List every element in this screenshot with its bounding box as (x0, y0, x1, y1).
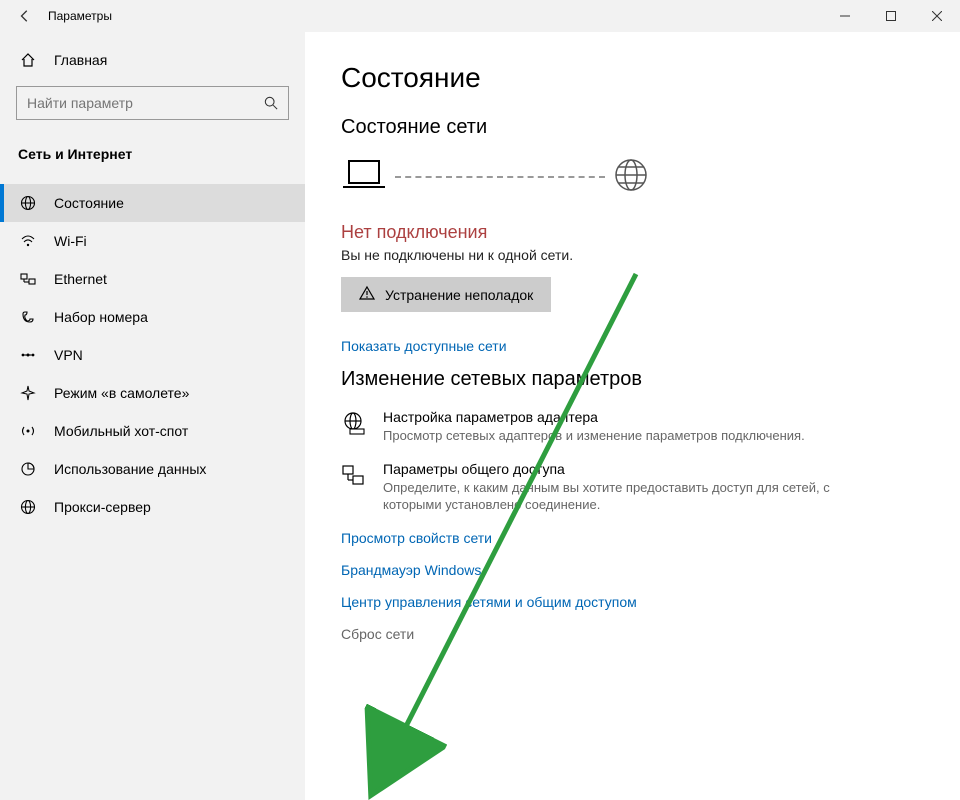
search-input[interactable] (17, 95, 254, 111)
sidebar-item-label: Режим «в самолете» (54, 385, 189, 401)
troubleshoot-button[interactable]: Устранение неполадок (341, 277, 551, 312)
sidebar-item-label: Состояние (54, 195, 124, 211)
vpn-icon (18, 347, 38, 363)
sidebar-item-status[interactable]: Состояние (0, 184, 305, 222)
connection-line (395, 176, 605, 178)
search-box[interactable] (16, 86, 289, 120)
sidebar-item-data-usage[interactable]: Использование данных (0, 450, 305, 488)
option-title: Настройка параметров адаптера (383, 409, 805, 425)
network-reset-link[interactable]: Сброс сети (341, 626, 930, 642)
link-network-properties[interactable]: Просмотр свойств сети (341, 530, 930, 546)
airplane-icon (18, 385, 38, 401)
globe-icon (613, 157, 649, 196)
sidebar-item-label: Мобильный хот-спот (54, 423, 188, 439)
maximize-button[interactable] (868, 0, 914, 32)
connection-error-title: Нет подключения (341, 222, 930, 243)
option-desc: Определите, к каким данным вы хотите пре… (383, 479, 843, 514)
close-button[interactable] (914, 0, 960, 32)
sidebar-item-label: Главная (54, 52, 107, 68)
link-network-sharing-center[interactable]: Центр управления сетями и общим доступом (341, 594, 930, 610)
window-title: Параметры (48, 9, 112, 23)
page-title: Состояние (341, 62, 930, 94)
connection-error-subtitle: Вы не подключены ни к одной сети. (341, 247, 930, 263)
titlebar: Параметры (0, 0, 960, 32)
sidebar-item-vpn[interactable]: VPN (0, 336, 305, 374)
troubleshoot-label: Устранение неполадок (385, 287, 533, 303)
option-desc: Просмотр сетевых адаптеров и изменение п… (383, 427, 805, 445)
dialup-icon (18, 309, 38, 325)
wifi-icon (18, 233, 38, 249)
sidebar-item-label: Набор номера (54, 309, 148, 325)
ethernet-icon (18, 271, 38, 287)
proxy-icon (18, 499, 38, 515)
hotspot-icon (18, 423, 38, 439)
status-heading: Состояние сети (341, 116, 930, 139)
sidebar-item-label: Использование данных (54, 461, 206, 477)
option-sharing-settings[interactable]: Параметры общего доступа Определите, к к… (341, 461, 930, 514)
option-title: Параметры общего доступа (383, 461, 843, 477)
link-windows-firewall[interactable]: Брандмауэр Windows (341, 562, 930, 578)
network-icon (18, 195, 38, 211)
search-icon (254, 86, 288, 120)
sidebar-item-dialup[interactable]: Набор номера (0, 298, 305, 336)
sidebar-item-hotspot[interactable]: Мобильный хот-спот (0, 412, 305, 450)
sharing-icon (341, 461, 369, 514)
minimize-button[interactable] (822, 0, 868, 32)
main-content: Состояние Состояние сети Нет подключения… (305, 32, 960, 800)
data-usage-icon (18, 461, 38, 477)
network-diagram (341, 157, 930, 196)
sidebar: Главная Сеть и Интернет Состояние (0, 32, 305, 800)
sidebar-item-home[interactable]: Главная (0, 44, 305, 76)
warning-icon (359, 285, 375, 304)
sidebar-item-ethernet[interactable]: Ethernet (0, 260, 305, 298)
sidebar-item-label: Прокси-сервер (54, 499, 151, 515)
option-adapter-settings[interactable]: Настройка параметров адаптера Просмотр с… (341, 409, 930, 445)
adapter-icon (341, 409, 369, 445)
sidebar-item-label: Ethernet (54, 271, 107, 287)
sidebar-item-proxy[interactable]: Прокси-сервер (0, 488, 305, 526)
sidebar-item-label: Wi-Fi (54, 233, 87, 249)
sidebar-item-airplane[interactable]: Режим «в самолете» (0, 374, 305, 412)
laptop-icon (341, 157, 387, 196)
sidebar-section-label: Сеть и Интернет (0, 136, 305, 174)
sidebar-item-label: VPN (54, 347, 83, 363)
home-icon (18, 52, 38, 68)
back-button[interactable] (10, 1, 40, 31)
show-networks-link[interactable]: Показать доступные сети (341, 338, 930, 354)
sidebar-item-wifi[interactable]: Wi-Fi (0, 222, 305, 260)
change-settings-heading: Изменение сетевых параметров (341, 368, 930, 391)
